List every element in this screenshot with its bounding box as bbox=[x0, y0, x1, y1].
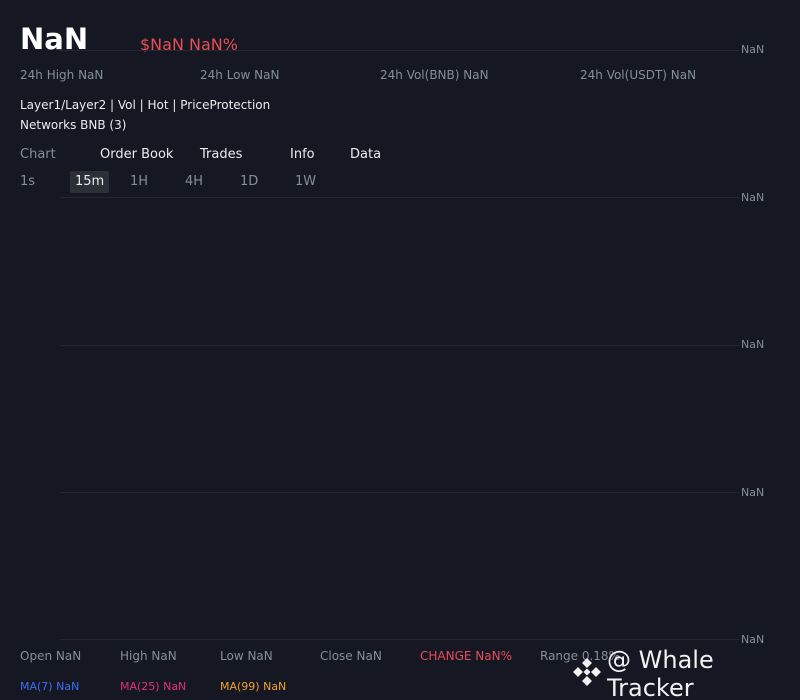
tab-chart[interactable]: Chart bbox=[20, 147, 56, 162]
ma7-value: MA(7) NaN bbox=[20, 680, 80, 693]
interval-1h[interactable]: 1H bbox=[130, 171, 148, 193]
tab-info[interactable]: Info bbox=[290, 147, 315, 162]
tab-data[interactable]: Data bbox=[350, 147, 381, 162]
interval-15m[interactable]: 15m bbox=[70, 171, 110, 193]
grid-line bbox=[60, 197, 740, 198]
grid-line bbox=[60, 492, 740, 493]
ohlc-open: Open NaN bbox=[20, 649, 82, 663]
y-axis-label: NaN bbox=[741, 486, 765, 499]
interval-4h[interactable]: 4H bbox=[185, 171, 203, 193]
grid-line bbox=[60, 345, 740, 346]
price-change: $NaN NaN% bbox=[140, 35, 238, 54]
y-axis-label: NaN bbox=[741, 43, 765, 56]
tab-trades[interactable]: Trades bbox=[200, 147, 242, 162]
grid-line bbox=[60, 639, 740, 640]
y-axis-label: NaN bbox=[741, 191, 765, 204]
ma99-value: MA(99) NaN bbox=[220, 680, 287, 693]
stat-24h-vol-bnb: 24h Vol(BNB) NaN bbox=[380, 68, 489, 82]
token-tags: Layer1/Layer2 | Vol | Hot | PriceProtect… bbox=[20, 98, 271, 112]
y-axis-label: NaN bbox=[741, 338, 765, 351]
grid-line bbox=[60, 50, 740, 51]
price-chart-page: NaN $NaN NaN% 24h High NaN 24h Low NaN 2… bbox=[0, 0, 800, 700]
ohlc-change: CHANGE NaN% bbox=[420, 649, 512, 663]
stat-24h-high: 24h High NaN bbox=[20, 68, 104, 82]
ohlc-close: Close NaN bbox=[320, 649, 382, 663]
interval-1s[interactable]: 1s bbox=[20, 171, 35, 193]
stat-24h-vol-usdt: 24h Vol(USDT) NaN bbox=[580, 68, 697, 82]
interval-1d[interactable]: 1D bbox=[240, 171, 258, 193]
watermark-text: @ Whale Tracker bbox=[607, 646, 714, 700]
watermark: @ Whale Tracker bbox=[573, 646, 800, 700]
y-axis-label: NaN bbox=[741, 633, 765, 646]
tab-order-book[interactable]: Order Book bbox=[100, 147, 173, 162]
ohlc-low: Low NaN bbox=[220, 649, 273, 663]
stat-24h-low: 24h Low NaN bbox=[200, 68, 280, 82]
interval-1w[interactable]: 1W bbox=[295, 171, 316, 193]
ma25-value: MA(25) NaN bbox=[120, 680, 187, 693]
binance-logo-icon bbox=[573, 658, 601, 690]
networks-info[interactable]: Networks BNB (3) bbox=[20, 118, 126, 132]
ohlc-high: High NaN bbox=[120, 649, 177, 663]
